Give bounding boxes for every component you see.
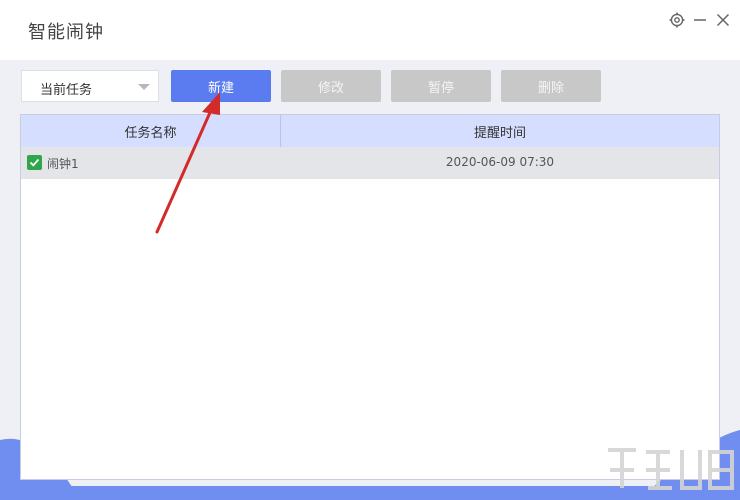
task-enabled-checkbox[interactable]	[27, 155, 42, 170]
close-icon	[716, 13, 730, 27]
chevron-down-icon	[138, 84, 150, 90]
column-header-remind-time[interactable]: 提醒时间	[281, 115, 719, 147]
gear-icon	[669, 12, 685, 28]
app-window: 智能闹钟 当前任务 新建 修改 暂停 删除 任务名称 提醒时间 闹钟1 2020…	[0, 0, 740, 500]
task-table: 任务名称 提醒时间 闹钟1 2020-06-09 07:30	[20, 114, 720, 480]
checkmark-icon	[29, 158, 40, 167]
remind-time-cell: 2020-06-09 07:30	[445, 155, 555, 169]
task-name-cell: 闹钟1	[47, 157, 79, 171]
minimize-button[interactable]	[690, 10, 710, 30]
close-button[interactable]	[713, 10, 733, 30]
new-task-button[interactable]: 新建	[171, 70, 271, 102]
settings-button[interactable]	[667, 10, 687, 30]
title-bar: 智能闹钟	[0, 0, 740, 60]
edit-task-button[interactable]: 修改	[281, 70, 381, 102]
window-title: 智能闹钟	[28, 22, 104, 43]
minimize-icon	[694, 19, 706, 21]
task-filter-value: 当前任务	[40, 83, 93, 98]
column-header-task-name[interactable]: 任务名称	[21, 115, 281, 147]
task-filter-select[interactable]: 当前任务	[21, 70, 159, 102]
delete-task-button[interactable]: 删除	[501, 70, 601, 102]
table-header: 任务名称 提醒时间	[21, 115, 719, 147]
pause-task-button[interactable]: 暂停	[391, 70, 491, 102]
table-row[interactable]: 闹钟1 2020-06-09 07:30	[21, 147, 719, 179]
toolbar: 当前任务 新建 修改 暂停 删除	[0, 60, 740, 114]
